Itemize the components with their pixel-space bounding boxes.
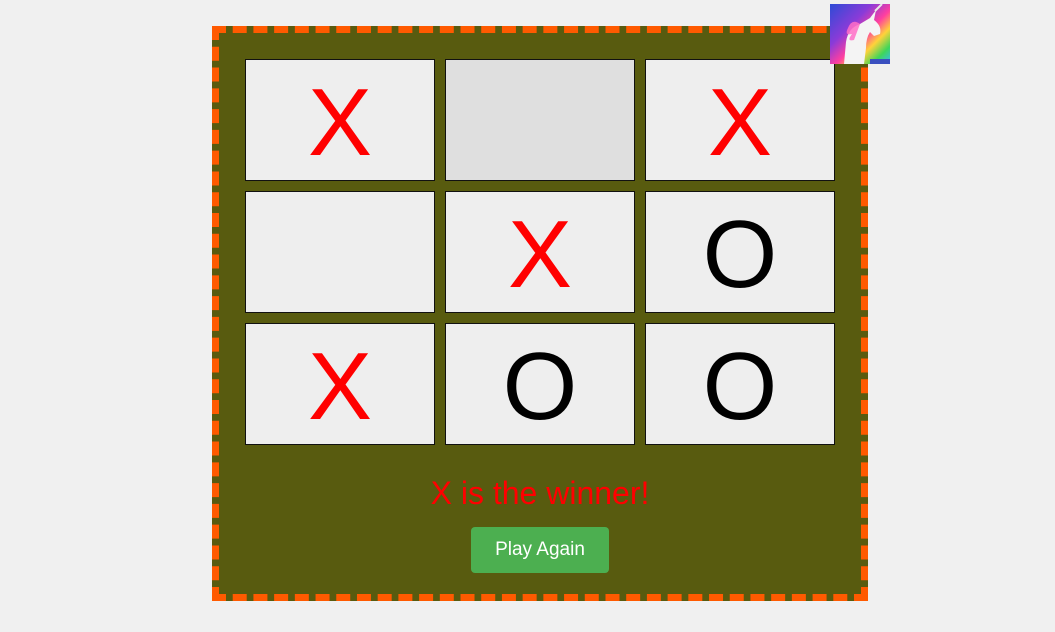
winner-message: X is the winner! xyxy=(430,475,650,511)
cell-5[interactable]: O xyxy=(645,191,835,313)
cell-6[interactable]: X xyxy=(245,323,435,445)
cell-4[interactable]: X xyxy=(445,191,635,313)
cell-0[interactable]: X xyxy=(245,59,435,181)
cell-2[interactable]: X xyxy=(645,59,835,181)
cell-1[interactable] xyxy=(445,59,635,181)
tic-tac-toe-grid: X X X O X O O xyxy=(245,59,835,445)
unicorn-rainbow-image xyxy=(830,4,890,64)
cell-8[interactable]: O xyxy=(645,323,835,445)
game-board-frame: X X X O X O O X is the winner! Play Agai… xyxy=(212,26,868,601)
cell-7[interactable]: O xyxy=(445,323,635,445)
cell-3[interactable] xyxy=(245,191,435,313)
play-again-button[interactable]: Play Again xyxy=(471,527,609,573)
